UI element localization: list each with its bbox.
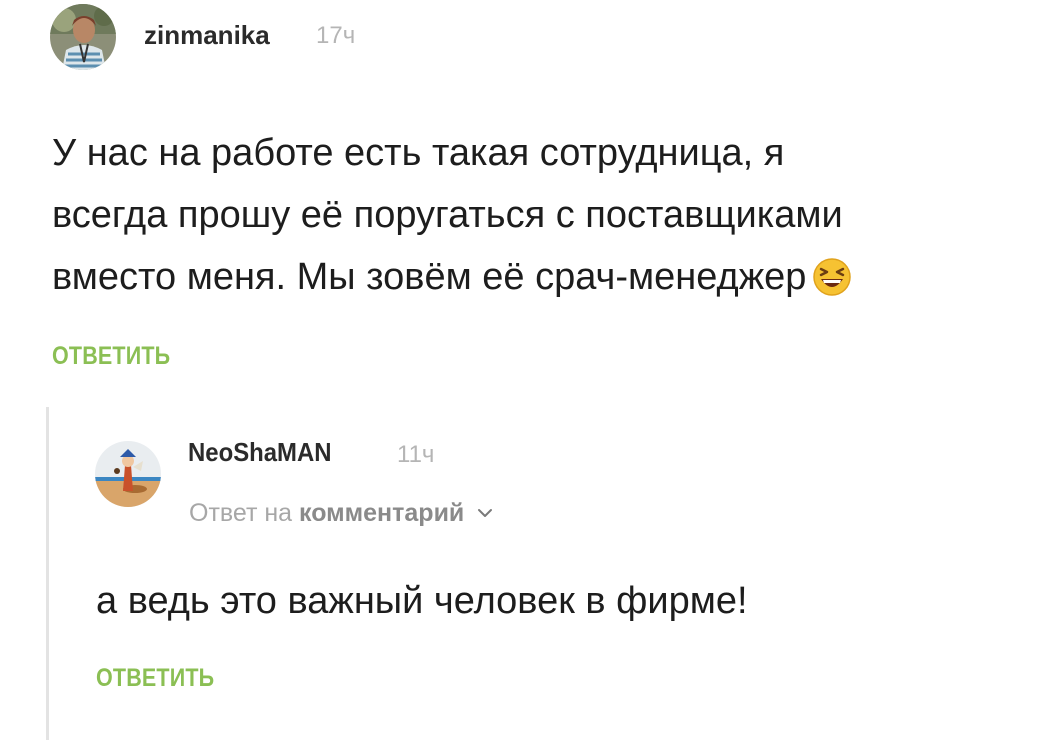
comment-text-line: вместо меня. Мы зовём её срач-менеджер (52, 256, 807, 298)
reply-context-prefix: Ответ на (189, 499, 293, 527)
reply-button[interactable]: ОТВЕТИТЬ (52, 342, 170, 371)
reply-button[interactable]: ОТВЕТИТЬ (96, 664, 214, 693)
parent-comment-link[interactable]: комментарий (299, 499, 464, 527)
comment-username[interactable]: zinmanika (144, 20, 270, 51)
avatar[interactable] (50, 4, 116, 70)
reply-text: а ведь это важный человек в фирме! (96, 580, 748, 622)
comments-page: zinmanika 17ч У нас на работе есть такая… (0, 0, 1062, 740)
comment-text: У нас на работе есть такая сотрудница, я… (52, 122, 1052, 316)
laughing-face-icon (812, 254, 852, 316)
comment-timestamp: 17ч (316, 22, 356, 49)
reply-timestamp: 11ч (397, 441, 435, 468)
comment-text-line-with-emoji: вместо меня. Мы зовём её срач-менеджер (52, 246, 1052, 316)
avatar[interactable] (95, 441, 161, 507)
reply-context: Ответ на комментарий (189, 497, 493, 528)
chevron-down-icon[interactable] (477, 497, 493, 526)
thread-divider (46, 407, 49, 740)
comment-text-line: У нас на работе есть такая сотрудница, я (52, 132, 785, 174)
comment-text-line: всегда прошу её поругаться с поставщикам… (52, 194, 843, 236)
reply-username[interactable]: NeoShaMAN (188, 437, 332, 468)
